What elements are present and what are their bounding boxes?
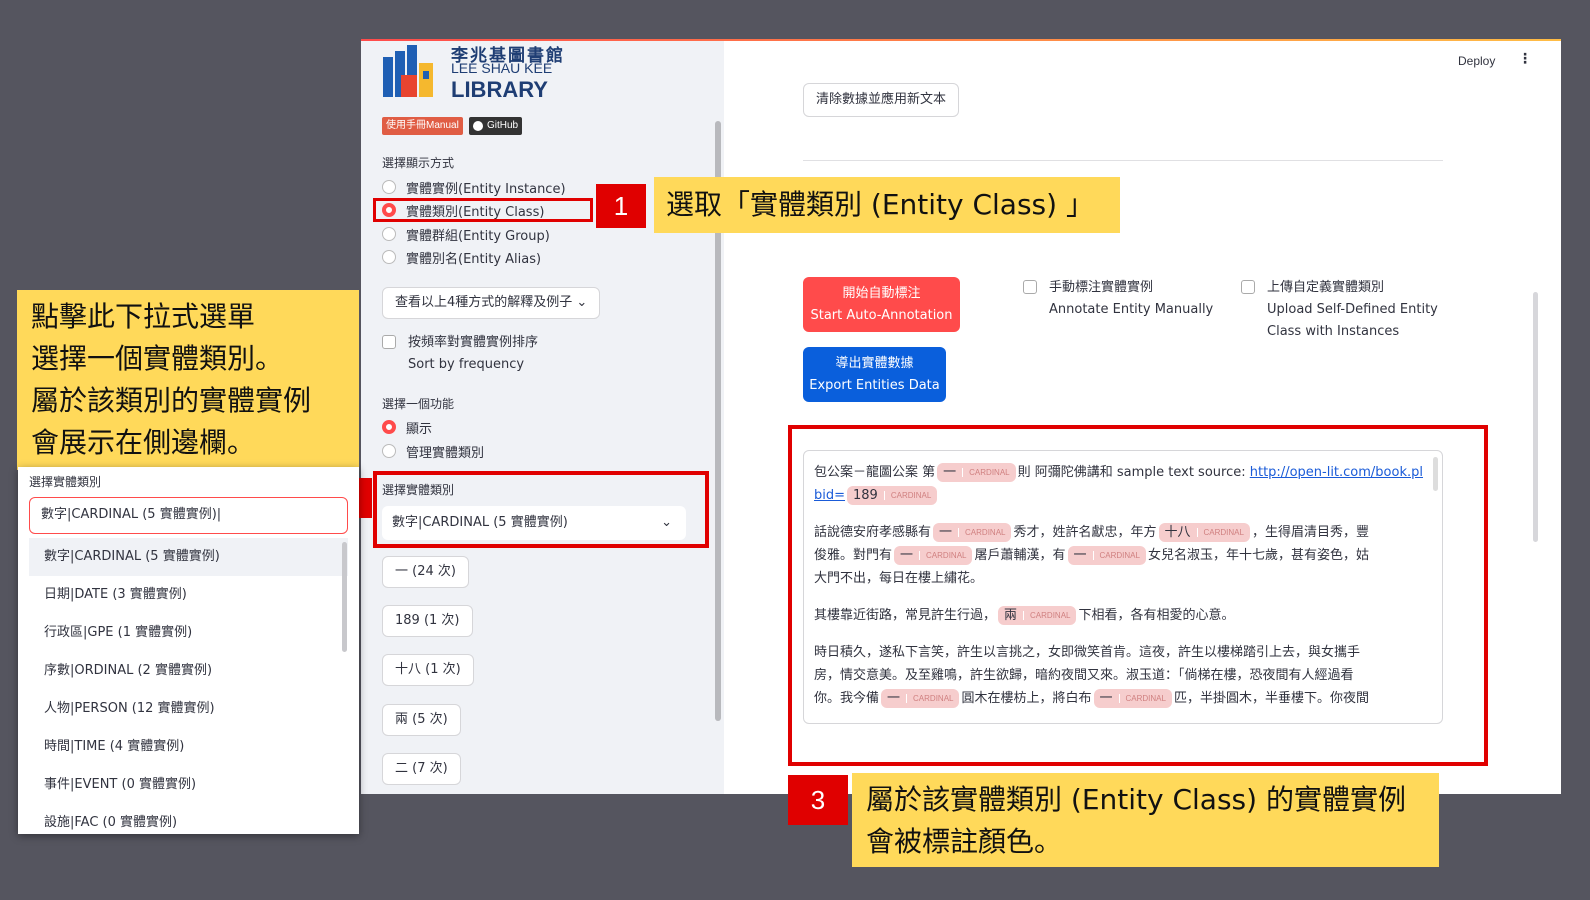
radio-circle: [382, 227, 396, 241]
checkbox-label-zh: 按頻率對實體實例排序: [408, 335, 539, 350]
checkbox-label-zh: 上傳自定義實體類別: [1267, 280, 1385, 295]
checkbox-box: [1241, 280, 1255, 294]
export-entities-button[interactable]: 導出實體數據 Export Entities Data: [803, 347, 946, 402]
instance-button[interactable]: 一 (24 次): [382, 556, 469, 588]
github-badge-link[interactable]: GitHub: [469, 117, 523, 135]
highlight-box-class-select: [373, 471, 709, 548]
callout-line: 點擊此下拉式選單: [31, 300, 256, 333]
main-scrollbar[interactable]: [1533, 292, 1538, 542]
upload-class-checkbox[interactable]: 上傳自定義實體類別 Upload Self-Defined Entity Class…: [1241, 277, 1438, 343]
radio-label: 實體實例(Entity Instance): [406, 181, 566, 197]
step1-callout: 選取「實體類別 (Entity Class) 」: [654, 177, 1120, 233]
radio-function-display[interactable]: 顯示: [382, 417, 432, 437]
callout-line: 會展示在側邊欄。: [31, 426, 256, 459]
step-badge-3: 3: [788, 775, 848, 825]
dropdown-label: 選擇實體類別: [29, 475, 102, 489]
dropdown-option[interactable]: 設施|FAC (0 實體實例): [29, 804, 348, 834]
radio-entity-alias[interactable]: 實體別名(Entity Alias): [382, 247, 541, 267]
dropdown-input[interactable]: 數字|CARDINAL (5 實體實例)|: [29, 497, 348, 534]
dropdown-option[interactable]: 序數|ORDINAL (2 實體實例): [29, 652, 348, 690]
button-label-en: Export Entities Data: [809, 378, 940, 393]
highlight-box-entity-class: [373, 198, 593, 222]
radio-entity-instance[interactable]: 實體實例(Entity Instance): [382, 177, 566, 197]
clear-data-button[interactable]: 清除數據並應用新文本: [803, 83, 960, 117]
checkbox-label-en-1: Upload Self-Defined Entity: [1267, 302, 1438, 317]
radio-circle-selected: [382, 420, 396, 434]
button-label-zh: 開始自動標注: [842, 286, 921, 301]
step3-callout-line1: 屬於該實體類別 (Entity Class) 的實體實例: [866, 783, 1406, 816]
radio-circle: [382, 180, 396, 194]
dropdown-option[interactable]: 事件|EVENT (0 實體實例): [29, 766, 348, 804]
chevron-down-icon: ⌄: [576, 295, 588, 310]
dropdown-option[interactable]: 時間|TIME (4 實體實例): [29, 728, 348, 766]
annotate-manually-checkbox[interactable]: 手動標注實體實例 Annotate Entity Manually: [1023, 277, 1213, 321]
dropdown-option[interactable]: 行政區|GPE (1 實體實例): [29, 614, 348, 652]
instance-button[interactable]: 189 (1 次): [382, 605, 473, 637]
highlight-box-text-area: [788, 425, 1488, 766]
step-badge-1: 1: [596, 184, 646, 228]
dropdown-option[interactable]: 日期|DATE (3 實體實例): [29, 576, 348, 614]
dropdown-scrollbar[interactable]: [342, 542, 347, 652]
button-label-en: Start Auto-Annotation: [810, 308, 953, 323]
manual-badge-link[interactable]: 使用手冊Manual: [382, 117, 463, 135]
checkbox-box: [1023, 280, 1037, 294]
explain-modes-label: 查看以上4種方式的解釋及例子: [395, 295, 573, 310]
divider: [803, 160, 1443, 161]
instance-button[interactable]: 兩 (5 次): [382, 704, 461, 736]
function-label: 選擇一個功能: [382, 397, 455, 411]
step3-callout: 屬於該實體類別 (Entity Class) 的實體實例 會被標註顏色。: [852, 773, 1439, 867]
sort-by-frequency-checkbox[interactable]: 按頻率對實體實例排序 Sort by frequency: [382, 332, 538, 376]
checkbox-label-zh: 手動標注實體實例: [1049, 280, 1154, 295]
dropdown-options: 數字|CARDINAL (5 實體實例) 日期|DATE (3 實體實例) 行政…: [29, 538, 348, 834]
radio-circle: [382, 250, 396, 264]
radio-label: 實體別名(Entity Alias): [406, 251, 542, 267]
left-instruction-callout: 點擊此下拉式選單 選擇一個實體類別。 屬於該類別的實體實例 會展示在側邊欄。: [17, 290, 359, 470]
checkbox-label-en-2: Class with Instances: [1267, 324, 1400, 339]
dropdown-option[interactable]: 人物|PERSON (12 實體實例): [29, 690, 348, 728]
radio-entity-group[interactable]: 實體群組(Entity Group): [382, 224, 550, 244]
checkbox-box: [382, 335, 396, 349]
callout-line: 選擇一個實體類別。: [31, 342, 284, 375]
library-logo-icon: [383, 45, 433, 97]
button-label-zh: 導出實體數據: [835, 356, 914, 371]
logo-english-line2: LIBRARY: [451, 77, 548, 102]
radio-circle: [382, 444, 396, 458]
instance-button[interactable]: 二 (7 次): [382, 753, 461, 785]
deploy-button[interactable]: Deploy: [1458, 54, 1495, 68]
radio-label: 管理實體類別: [406, 445, 485, 461]
class-dropdown-popup: 選擇實體類別 數字|CARDINAL (5 實體實例)| 數字|CARDINAL…: [18, 467, 359, 834]
logo-english-line1: LEE SHAU KEE: [451, 60, 553, 76]
step3-callout-line2: 會被標註顏色。: [866, 825, 1063, 858]
radio-label: 顯示: [406, 421, 433, 437]
radio-function-manage[interactable]: 管理實體類別: [382, 441, 484, 461]
explain-modes-button[interactable]: 查看以上4種方式的解釋及例子 ⌄: [382, 287, 601, 319]
more-menu-icon[interactable]: ⋮: [1518, 51, 1532, 67]
checkbox-label-en: Annotate Entity Manually: [1049, 302, 1214, 317]
start-auto-annotation-button[interactable]: 開始自動標注 Start Auto-Annotation: [803, 277, 960, 332]
github-badge-label: GitHub: [487, 120, 519, 131]
dropdown-option[interactable]: 數字|CARDINAL (5 實體實例): [29, 538, 348, 576]
instance-button[interactable]: 十八 (1 次): [382, 654, 474, 686]
display-mode-label: 選擇顯示方式: [382, 156, 455, 170]
checkbox-label-en: Sort by frequency: [408, 357, 525, 372]
radio-label: 實體群組(Entity Group): [406, 228, 550, 244]
callout-line: 屬於該類別的實體實例: [31, 384, 312, 417]
sidebar: 李兆基圖書館 LEE SHAU KEE LIBRARY 使用手冊Manual G…: [361, 41, 724, 794]
github-icon: [473, 121, 483, 131]
